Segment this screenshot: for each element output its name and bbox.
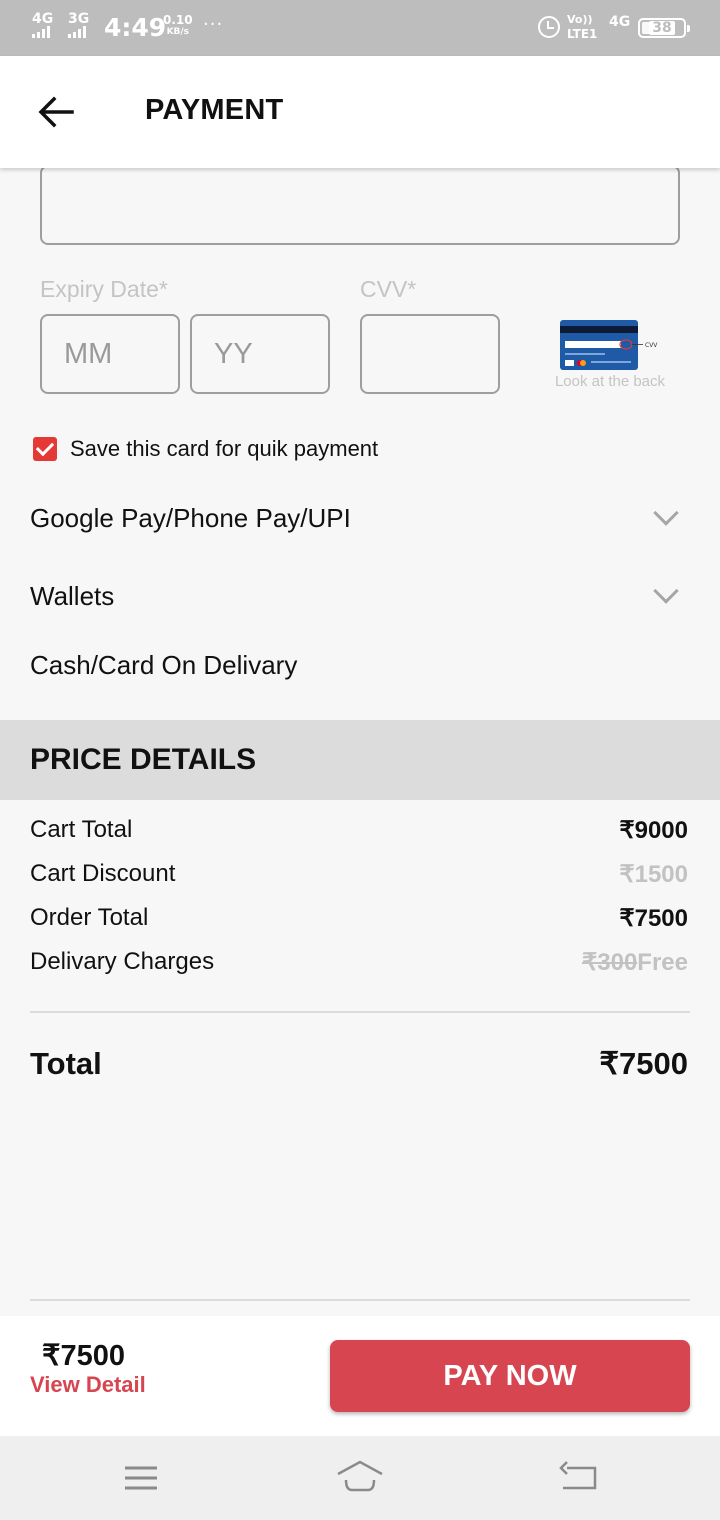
payment-option-label: Cash/Card On Delivary: [30, 649, 298, 680]
price-row-cart-total: Cart Total ₹9000: [30, 814, 688, 846]
price-label: Cart Discount: [30, 860, 176, 887]
price-value: ₹1500: [619, 860, 688, 888]
system-nav-bar: [0, 1436, 720, 1520]
menu-icon: [125, 1466, 157, 1490]
bottom-bar: ₹7500 View Detail PAY NOW: [0, 1316, 720, 1436]
back-nav-button[interactable]: [555, 1458, 603, 1498]
checkbox-checked-icon: [33, 437, 57, 461]
signal-icon: [68, 26, 86, 38]
speed-value: 0.10: [163, 13, 193, 27]
price-row-cart-discount: Cart Discount ₹1500: [30, 858, 688, 890]
home-button[interactable]: [336, 1458, 384, 1498]
view-detail-link[interactable]: View Detail: [30, 1372, 146, 1398]
expiry-month-input[interactable]: [40, 314, 180, 394]
battery-level: 38: [649, 21, 675, 35]
volte-indicator: Vo)) LTE1: [567, 13, 597, 41]
price-label: Cart Total: [30, 816, 133, 843]
cvv-label: CVV*: [360, 276, 417, 302]
page-title: PAYMENT: [145, 94, 284, 126]
price-value: ₹300Free: [582, 948, 688, 977]
arrow-left-icon: [38, 96, 74, 128]
expiry-year-input[interactable]: [190, 314, 330, 394]
alarm-icon: [538, 16, 560, 38]
return-icon: [559, 1461, 597, 1490]
network-type-1: 4G: [32, 11, 54, 27]
network-type-3: 4G: [609, 14, 631, 30]
price-row-order-total: Order Total ₹7500: [30, 902, 688, 934]
total-label: Total: [30, 1046, 102, 1081]
payment-option-label: Google Pay/Phone Pay/UPI: [30, 502, 351, 533]
payment-option-label: Wallets: [30, 580, 115, 611]
card-number-input[interactable]: [40, 165, 680, 245]
price-value: ₹7500: [619, 904, 688, 932]
total-value: ₹7500: [599, 1046, 688, 1081]
clock: 4:49: [104, 13, 167, 42]
original-delivery-charge: ₹300: [581, 948, 638, 976]
network-type-2: 3G: [68, 11, 90, 27]
payment-option-cod[interactable]: Cash/Card On Delivary: [30, 635, 690, 695]
back-button[interactable]: [34, 90, 78, 134]
price-details-title: PRICE DETAILS: [30, 743, 257, 776]
cvv-input[interactable]: [360, 314, 500, 394]
divider: [30, 1011, 690, 1013]
save-card-label: Save this card for quik payment: [70, 436, 379, 461]
cvv-hint-label: Look at the back: [554, 373, 666, 390]
price-details-header: PRICE DETAILS: [0, 720, 720, 800]
divider: [30, 1299, 690, 1301]
lte-label: LTE1: [567, 27, 598, 41]
signal-icon: [32, 26, 50, 38]
delivery-charge-free: Free: [637, 948, 688, 976]
expiry-date-label: Expiry Date*: [40, 276, 168, 302]
more-notifications-icon: ···: [203, 14, 224, 35]
price-value: ₹9000: [619, 816, 688, 844]
cvv-marker-label: CVV: [645, 342, 658, 349]
speed-unit: KB/s: [166, 27, 190, 37]
payment-option-wallets[interactable]: Wallets: [30, 566, 690, 626]
pay-now-button[interactable]: PAY NOW: [330, 1340, 690, 1412]
chevron-down-icon: [652, 504, 680, 532]
chevron-down-icon: [652, 582, 680, 610]
status-bar: 4G 3G 4:49 0.10 KB/s ··· Vo)) LTE1 4G 38: [0, 0, 720, 56]
total-row: Total ₹7500: [30, 1046, 688, 1082]
payment-option-upi[interactable]: Google Pay/Phone Pay/UPI: [30, 488, 690, 548]
battery-icon: 38: [638, 18, 690, 38]
price-label: Order Total: [30, 904, 149, 931]
payable-amount: ₹7500: [42, 1340, 125, 1372]
app-bar: PAYMENT: [0, 56, 720, 168]
menu-button[interactable]: [117, 1458, 165, 1498]
network-speed: 0.10 KB/s: [163, 14, 193, 38]
save-card-checkbox[interactable]: Save this card for quik payment: [33, 436, 378, 462]
volte-label: Vo)): [567, 13, 593, 26]
price-row-delivery-charges: Delivary Charges ₹300Free: [30, 946, 688, 978]
price-label: Delivary Charges: [30, 948, 215, 975]
home-icon: [337, 1460, 383, 1492]
